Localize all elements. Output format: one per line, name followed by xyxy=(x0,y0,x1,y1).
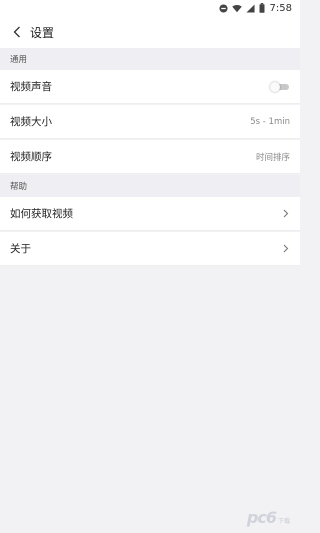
setting-label: 视频声音 xyxy=(10,81,52,93)
section-title: 通用 xyxy=(10,55,28,65)
setting-label: 视频大小 xyxy=(10,116,52,128)
setting-value: 时间排序 xyxy=(255,152,290,163)
back-button[interactable] xyxy=(5,20,29,44)
toggle-knob xyxy=(270,81,280,92)
section-title: 帮助 xyxy=(10,182,28,192)
video-sound-toggle[interactable] xyxy=(270,81,290,92)
help-label: 如何获取视频 xyxy=(10,208,73,220)
setting-label: 视频顺序 xyxy=(10,151,52,163)
chevron-right-icon xyxy=(282,209,290,219)
setting-video-order[interactable]: 视频顺序 时间排序 xyxy=(0,140,300,174)
watermark-logo: pc6 xyxy=(246,508,277,527)
chevron-right-icon xyxy=(282,244,290,254)
section-header-general: 通用 xyxy=(0,48,300,70)
setting-video-sound: 视频声音 xyxy=(0,70,300,104)
signal-icon xyxy=(245,3,255,13)
watermark: pc6 下载 xyxy=(247,508,290,527)
watermark-subtext: 下载 xyxy=(277,518,290,525)
page-title: 设置 xyxy=(30,25,55,40)
app-header: 设置 xyxy=(0,16,300,48)
status-bar: 7:58 xyxy=(0,0,300,16)
do-not-disturb-icon xyxy=(218,3,228,13)
battery-icon xyxy=(259,3,265,13)
status-time: 7:58 xyxy=(269,2,292,14)
help-label: 关于 xyxy=(10,243,31,255)
wifi-icon xyxy=(231,4,242,13)
help-item-about[interactable]: 关于 xyxy=(0,232,300,266)
help-item-how-to-get-video[interactable]: 如何获取视频 xyxy=(0,197,300,231)
chevron-left-icon xyxy=(12,23,22,42)
section-header-help: 帮助 xyxy=(0,175,300,197)
setting-value: 5s - 1min xyxy=(250,116,290,127)
setting-video-size[interactable]: 视频大小 5s - 1min xyxy=(0,105,300,139)
